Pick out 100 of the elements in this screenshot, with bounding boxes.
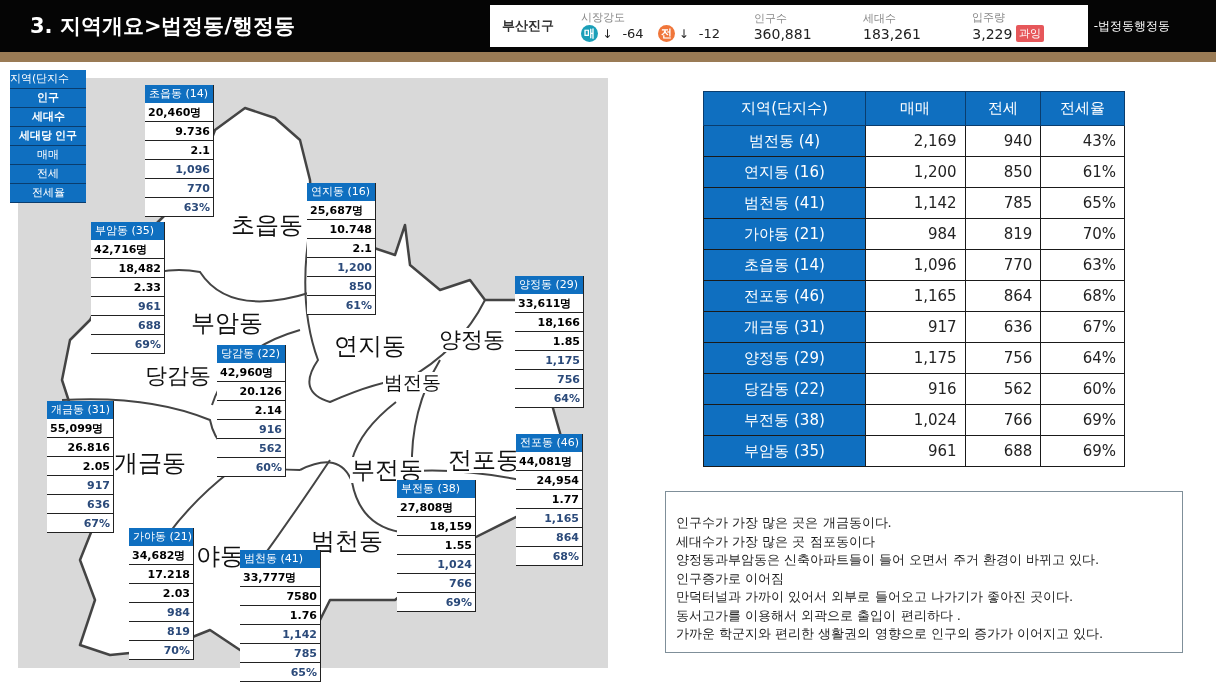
table-cell: 부암동 (35) (703, 435, 866, 467)
table-cell: 636 (965, 311, 1041, 343)
table-cell: 1,024 (397, 555, 475, 574)
table-cell: 33,611명 (515, 294, 583, 313)
legend-cell: 세대수 (10, 108, 86, 127)
stat-value: 3,229 (972, 25, 1013, 42)
callout-title: 가야동 (21) (129, 528, 193, 546)
note-line: 만덕터널과 가까이 있어서 외부로 들어오고 나가기가 좋아진 곳이다. (676, 588, 1075, 606)
stat-label: 세대수 (863, 10, 897, 26)
callout-title: 당감동 (22) (217, 345, 285, 363)
note-line: 인구수가 가장 많은 곳은 개금동이다. (676, 514, 893, 532)
letter-badge: 전 (657, 25, 675, 42)
table-cell: 20.126 (217, 382, 285, 401)
table-cell: 850 (307, 277, 375, 296)
table-cell: 55,099명 (47, 419, 113, 438)
table-cell: 10.748 (307, 220, 375, 239)
table-cell: 636 (47, 495, 113, 514)
table-cell: 785 (240, 644, 320, 663)
column-header: 지역(단지수) (703, 91, 866, 126)
table-cell: 34,682명 (129, 546, 193, 565)
table-cell: 부전동 (38) (703, 404, 866, 436)
district-label: 양정동 (438, 328, 506, 352)
table-cell: 917 (865, 311, 966, 343)
table-cell: 67% (1040, 311, 1125, 343)
table-cell: 70% (129, 641, 193, 660)
table-cell: 24,954 (516, 471, 582, 490)
table-cell: 26.816 (47, 438, 113, 457)
table-cell: 범전동 (4) (703, 125, 866, 157)
table-cell: 1,200 (865, 156, 966, 188)
note-line: 세대수가 가장 많은 곳 점포동이다 (676, 532, 876, 551)
table-cell: 1.77 (516, 490, 582, 509)
table-cell: 범천동 (41) (703, 187, 866, 219)
table-cell: 1,175 (865, 342, 966, 374)
breadcrumb: -법정동행정동 (1093, 17, 1170, 35)
stat-value: -64 (622, 26, 644, 41)
table-cell: 1,200 (307, 258, 375, 277)
table-cell: 688 (91, 316, 164, 335)
table-cell: 17.218 (129, 565, 193, 584)
table-cell: 65% (240, 663, 320, 682)
table-cell: 770 (965, 249, 1041, 281)
table-cell: 42,716명 (91, 240, 164, 259)
table-cell: 44,081명 (516, 452, 582, 471)
table-cell: 69% (1040, 404, 1125, 436)
table-cell: 562 (217, 439, 285, 458)
table-cell: 1,175 (515, 351, 583, 370)
district-label: 연지동 (333, 333, 407, 359)
note-line: 동서고가를 이용해서 외곽으로 출입이 편리하다 . (676, 606, 962, 625)
table-cell: 당감동 (22) (703, 373, 866, 405)
table-cell: 766 (965, 404, 1041, 436)
table-cell: 개금동 (31) (703, 311, 866, 343)
legend-header: 지역(단지수 (10, 70, 86, 89)
table-cell: 43% (1040, 125, 1125, 157)
table-cell: 70% (1040, 218, 1125, 250)
table-cell: 61% (307, 296, 375, 315)
table-cell: 61% (1040, 156, 1125, 188)
table-cell: 766 (397, 574, 475, 593)
table-cell: 819 (965, 218, 1041, 250)
table-cell: 연지동 (16) (703, 156, 866, 188)
table-cell: 2.33 (91, 278, 164, 297)
table-cell: 1.85 (515, 332, 583, 351)
page-title: 3. 지역개요>법정동/행정동 (30, 13, 296, 40)
district-label: 범천동 (310, 528, 384, 554)
table-cell: 2.1 (145, 141, 213, 160)
table-cell: 916 (865, 373, 966, 405)
legend-cell: 인구 (10, 89, 86, 108)
table-cell: 60% (1040, 373, 1125, 405)
table-cell: 초읍동 (14) (703, 249, 866, 281)
column-header: 전세 (965, 91, 1041, 126)
legend-cell: 전세 (10, 165, 86, 184)
table-cell: 33,777명 (240, 568, 320, 587)
table-cell: 850 (965, 156, 1041, 188)
table-cell: 562 (965, 373, 1041, 405)
table-cell: 69% (1040, 435, 1125, 467)
legend-cell: 전세율 (10, 184, 86, 203)
table-cell: 25,687명 (307, 201, 375, 220)
table-cell: 18,159 (397, 517, 475, 536)
table-cell: 864 (516, 528, 582, 547)
table-cell: 770 (145, 179, 213, 198)
table-cell: 60% (217, 458, 285, 477)
table-cell: 864 (965, 280, 1041, 312)
table-cell: 1,024 (865, 404, 966, 436)
table-cell: 1.55 (397, 536, 475, 555)
table-cell: 1,142 (240, 625, 320, 644)
table-cell: 2.14 (217, 401, 285, 420)
table-cell: 64% (515, 389, 583, 408)
table-cell: 69% (91, 335, 164, 354)
column-header: 전세율 (1040, 91, 1125, 126)
table-cell: 961 (865, 435, 966, 467)
table-cell: 68% (516, 547, 582, 566)
table-cell: 756 (965, 342, 1041, 374)
district-label: 범전동 (383, 372, 442, 393)
table-cell: 69% (397, 593, 475, 612)
region-label: 부산진구 (501, 17, 555, 35)
table-cell: 2.03 (129, 584, 193, 603)
district-label: 개금동 (113, 450, 187, 476)
table-cell: 916 (217, 420, 285, 439)
table-cell: 785 (965, 187, 1041, 219)
letter-badge: 매 (581, 25, 599, 42)
table-cell: 68% (1040, 280, 1125, 312)
district-label: 부전동 (350, 457, 424, 483)
